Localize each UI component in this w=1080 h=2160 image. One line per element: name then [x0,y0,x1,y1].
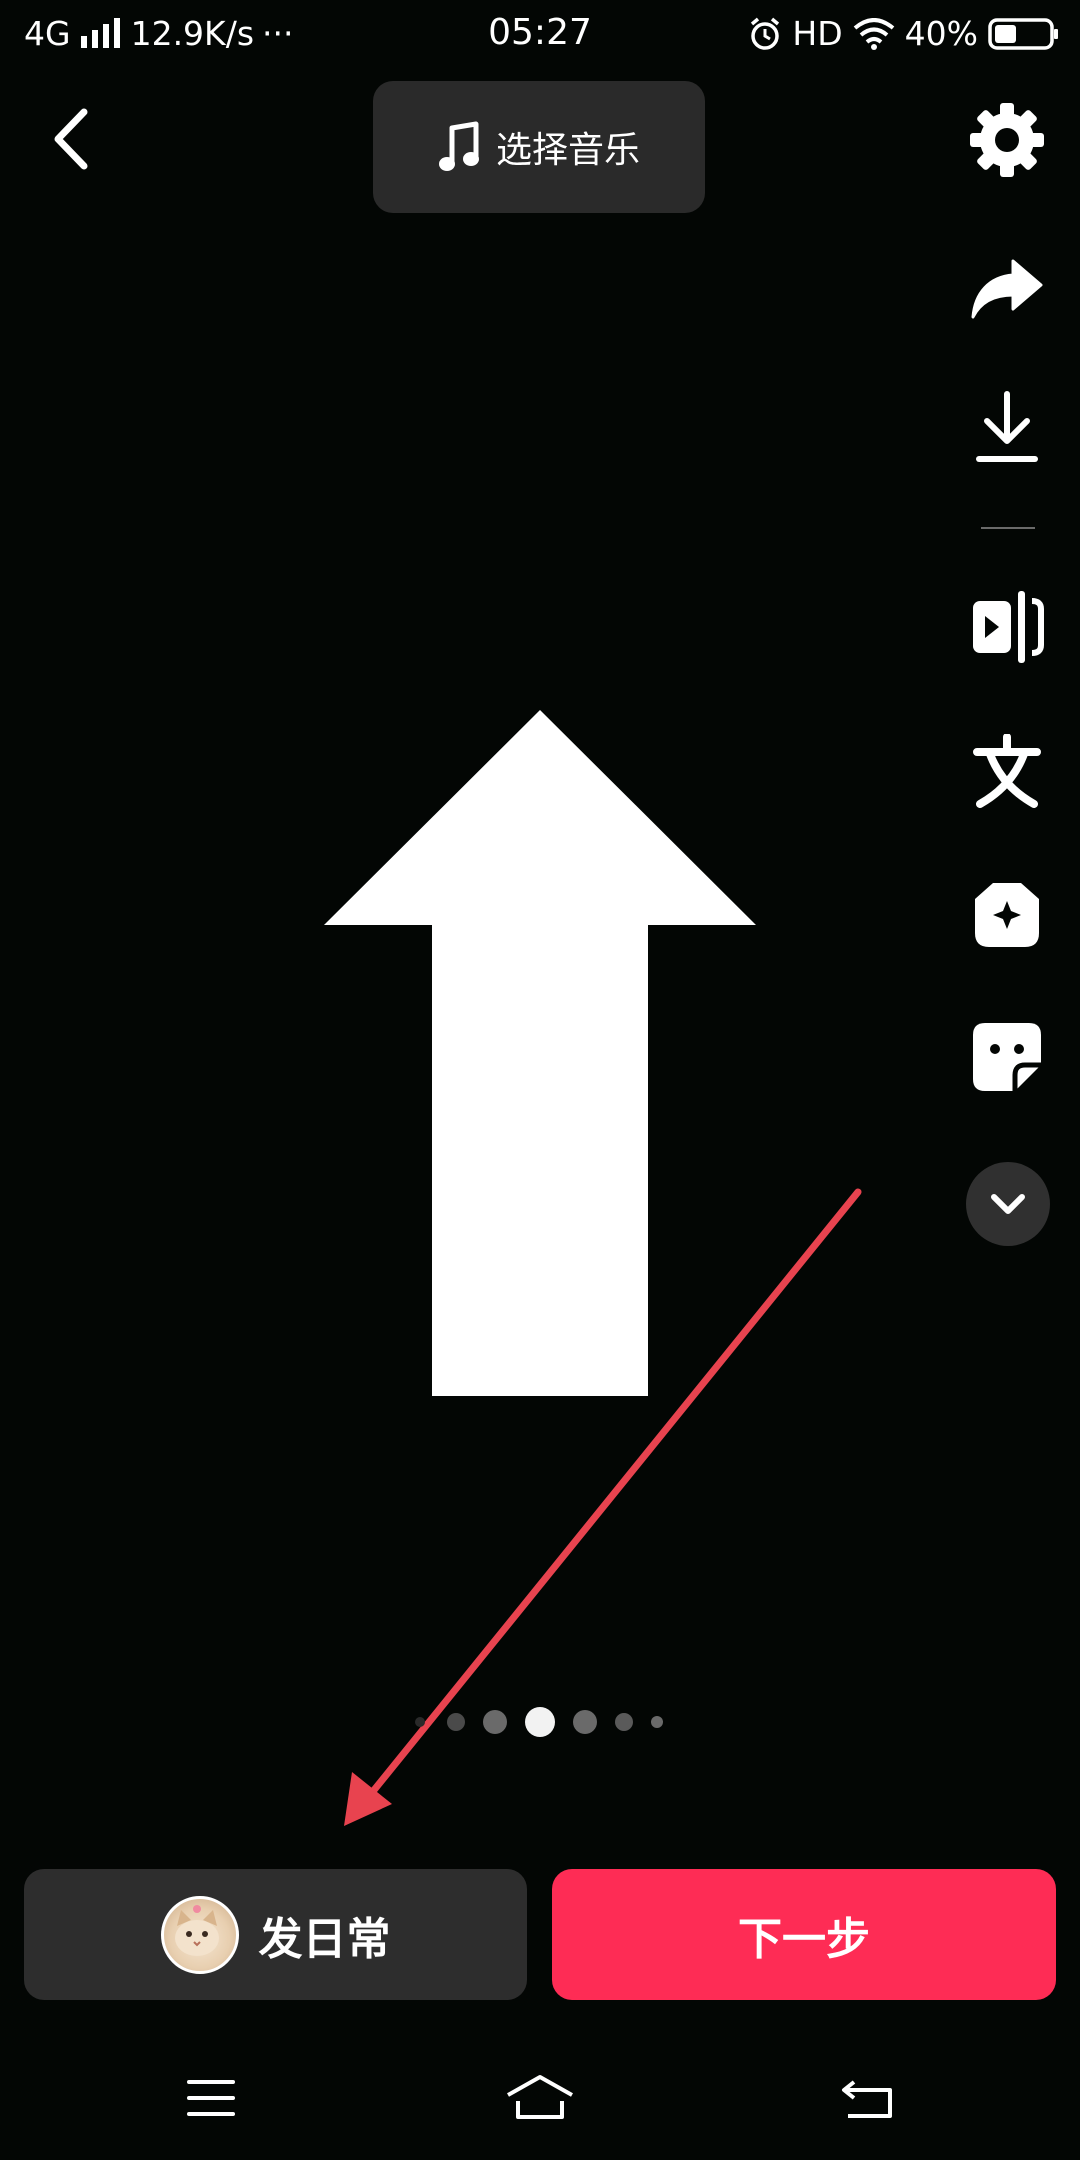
sticker-icon [973,1023,1041,1091]
next-step-button[interactable]: 下一步 [552,1869,1056,2000]
select-music-button[interactable]: 选择音乐 [373,81,705,213]
more-tools-button[interactable] [966,1162,1050,1246]
status-right: HD 40% [748,14,1060,53]
music-note-icon [438,121,479,171]
effects-icon [975,883,1039,947]
page-dot [483,1710,507,1734]
system-back-button[interactable] [818,2060,918,2136]
page-dot [447,1713,465,1731]
post-daily-button[interactable]: 发日常 [24,1869,527,2000]
clip-button[interactable] [962,582,1052,672]
wifi-icon [853,17,894,50]
page-dot-active [525,1707,555,1737]
avatar [160,1895,239,1974]
hd-indicator: HD [792,14,843,53]
alarm-icon [751,17,780,50]
clip-icon [973,591,1044,663]
battery-percent: 40% [904,14,978,53]
select-music-label: 选择音乐 [495,130,640,171]
up-arrow-graphic [324,710,756,1396]
text-button[interactable] [962,727,1052,817]
gear-icon [970,103,1044,177]
post-daily-label: 发日常 [258,1913,391,1965]
share-button[interactable] [962,244,1052,334]
text-icon [973,734,1041,808]
content-canvas [324,710,862,1826]
download-icon [976,391,1038,462]
share-icon [971,259,1043,319]
chevron-down-icon [991,1194,1025,1214]
page-dot [573,1710,597,1734]
effects-button[interactable] [962,870,1052,960]
download-button[interactable] [962,385,1052,475]
battery-icon [988,17,1058,50]
sticker-button[interactable] [962,1012,1052,1102]
page-dot [615,1713,633,1731]
home-icon [507,2075,573,2119]
cat-face-icon [174,1904,219,1956]
menu-lines-icon [187,2080,235,2116]
back-return-icon [842,2080,892,2118]
status-bar: 4G 12.9K/s ··· 05:27 HD 40% [0,0,1080,72]
page-dot [651,1716,663,1728]
tool-divider [981,527,1035,529]
page-dot [415,1717,425,1727]
chevron-left-icon [54,108,88,170]
settings-button[interactable] [962,95,1052,185]
back-button[interactable] [48,104,98,174]
page-indicator [415,1707,663,1737]
home-button[interactable] [490,2060,590,2136]
recents-button[interactable] [161,2060,261,2136]
